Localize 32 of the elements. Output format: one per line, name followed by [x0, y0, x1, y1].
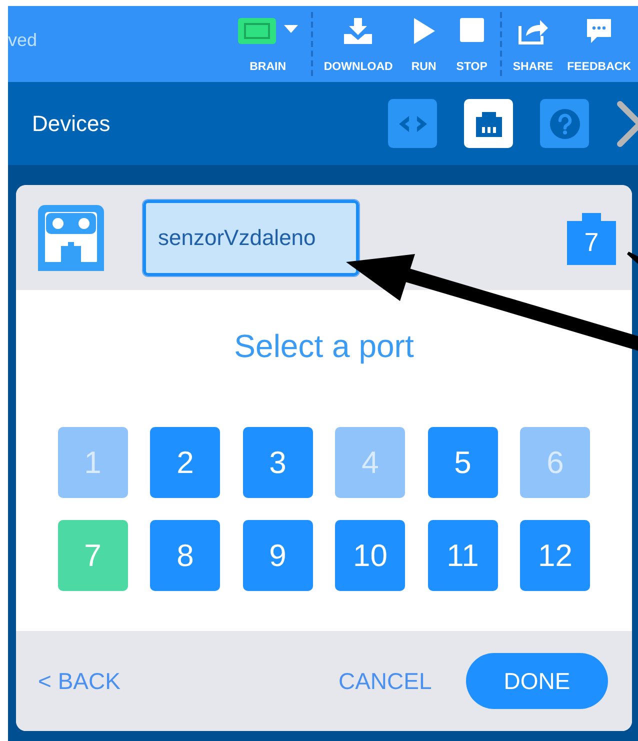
- panel-tab[interactable]: [464, 99, 513, 148]
- port-button[interactable]: 7: [58, 520, 128, 591]
- dialog-heading: Select a port: [234, 328, 414, 365]
- cancel-button[interactable]: CANCEL: [338, 668, 432, 694]
- toolbar-button[interactable]: STOP: [448, 12, 496, 76]
- toolbar-button[interactable]: FEEDBACK: [560, 12, 638, 76]
- help-icon: [548, 108, 580, 140]
- panel-title: Devices: [32, 110, 110, 136]
- chevron-right-icon[interactable]: [616, 100, 638, 146]
- stop-icon: [458, 16, 485, 44]
- port-button[interactable]: 3: [242, 427, 313, 498]
- port-button[interactable]: 12: [520, 520, 590, 591]
- robot-device-icon: [37, 204, 105, 272]
- brain-menu-button[interactable]: BRAIN: [228, 12, 307, 76]
- port-button[interactable]: 11: [428, 520, 498, 591]
- port-button[interactable]: 10: [335, 520, 406, 591]
- port-button[interactable]: 5: [428, 427, 498, 498]
- status-text: ved: [8, 30, 38, 50]
- toolbar-button[interactable]: RUN: [400, 12, 448, 76]
- port-button[interactable]: 8: [150, 520, 220, 591]
- brain-icon: [236, 16, 300, 46]
- port-button[interactable]: 9: [242, 520, 313, 591]
- download-icon: [342, 16, 374, 46]
- device-name-field[interactable]: senzorVzdaleno: [143, 200, 359, 276]
- code-icon: [396, 114, 428, 134]
- toolbar-button[interactable]: SHARE: [506, 12, 560, 76]
- port-button[interactable]: 2: [150, 427, 220, 498]
- toolbar-button[interactable]: DOWNLOAD: [316, 12, 400, 76]
- done-button[interactable]: DONE: [466, 653, 608, 709]
- port-badge: 7: [567, 212, 616, 264]
- back-button[interactable]: < BACK: [38, 668, 120, 694]
- chat-icon: [585, 16, 614, 46]
